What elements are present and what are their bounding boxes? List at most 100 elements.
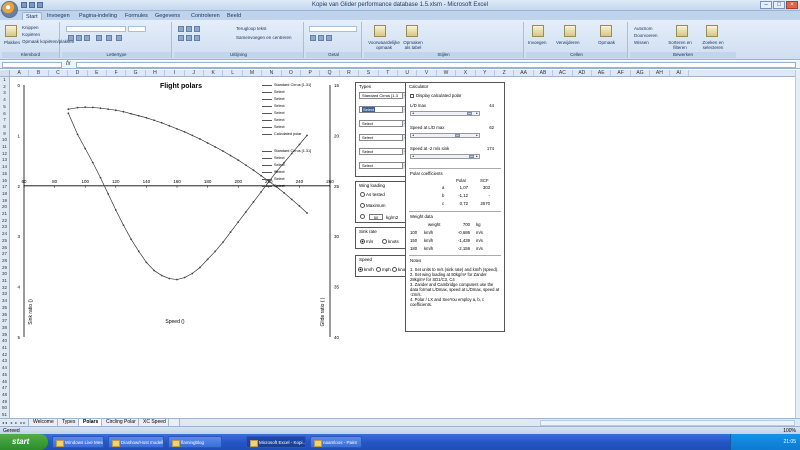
slider-right-arrow-icon[interactable]: ▸ bbox=[475, 112, 479, 115]
minimize-button[interactable]: – bbox=[760, 1, 772, 9]
name-box[interactable] bbox=[2, 62, 62, 68]
row-header[interactable]: 11 bbox=[0, 144, 9, 151]
checkbox-icon[interactable] bbox=[410, 93, 414, 98]
column-header[interactable]: X bbox=[456, 70, 476, 76]
find-select-button[interactable]: Zoeken en selecteren bbox=[696, 40, 730, 50]
row-header[interactable]: 37 bbox=[0, 318, 9, 325]
slider-thumb[interactable] bbox=[467, 112, 472, 115]
slider-left-arrow-icon[interactable]: ◂ bbox=[411, 134, 415, 137]
fill-color-icon[interactable] bbox=[106, 35, 112, 41]
merge-center-button[interactable]: Samenvoegen en centreren bbox=[236, 35, 292, 40]
format-cells-icon[interactable] bbox=[600, 25, 612, 37]
maximum-radio[interactable]: Maximum bbox=[360, 203, 386, 209]
row-header[interactable]: 3 bbox=[0, 90, 9, 97]
align-middle-icon[interactable] bbox=[186, 26, 192, 32]
row-header[interactable]: 9 bbox=[0, 131, 9, 138]
align-bottom-icon[interactable] bbox=[194, 26, 200, 32]
column-header[interactable]: S bbox=[359, 70, 379, 76]
row-header[interactable]: 31 bbox=[0, 278, 9, 285]
taskbar-btn-excel[interactable]: Microsoft Excel - Kopi... bbox=[246, 436, 306, 448]
row-header[interactable]: 27 bbox=[0, 251, 9, 258]
currency-icon[interactable] bbox=[310, 35, 316, 41]
align-right-icon[interactable] bbox=[194, 35, 200, 41]
column-header[interactable]: F bbox=[107, 70, 127, 76]
type-select-2[interactable]: Select▾ bbox=[359, 106, 409, 113]
row-header[interactable]: 6 bbox=[0, 111, 9, 118]
row-header[interactable]: 17 bbox=[0, 184, 9, 191]
wrap-text-button[interactable]: Terugloop tekst bbox=[236, 26, 267, 31]
row-header[interactable]: 40 bbox=[0, 338, 9, 345]
column-header[interactable]: N bbox=[262, 70, 282, 76]
font-name-dropdown[interactable] bbox=[66, 26, 126, 32]
taskbar-btn-paint[interactable]: naamloos - Paint bbox=[310, 436, 362, 448]
row-header[interactable]: 36 bbox=[0, 312, 9, 319]
speed-ld-slider[interactable]: ◂ ▸ bbox=[410, 133, 480, 138]
tab-pagina-indeling[interactable]: Pagina-indeling bbox=[76, 12, 120, 20]
find-select-icon[interactable] bbox=[706, 25, 718, 37]
row-header[interactable]: 1 bbox=[0, 77, 9, 84]
speed-kmh-radio[interactable]: km/h bbox=[358, 267, 374, 273]
autosum-button[interactable]: AutoSom bbox=[634, 26, 653, 31]
number-format-dropdown[interactable] bbox=[309, 26, 357, 32]
sheet-nav-arrows-icon[interactable]: ◂◂ ◂ ▸ ▸▸ bbox=[2, 420, 26, 425]
column-header[interactable]: L bbox=[223, 70, 243, 76]
formula-input[interactable] bbox=[76, 62, 796, 68]
select-all-corner[interactable] bbox=[0, 70, 10, 77]
type-select-3[interactable]: Select▾ bbox=[359, 120, 409, 127]
underline-icon[interactable] bbox=[84, 35, 90, 41]
column-header[interactable]: Q bbox=[320, 70, 340, 76]
row-header[interactable]: 24 bbox=[0, 231, 9, 238]
tab-formules[interactable]: Formules bbox=[122, 12, 151, 20]
type-select-6[interactable]: Select▾ bbox=[359, 162, 409, 169]
slider-left-arrow-icon[interactable]: ◂ bbox=[411, 112, 415, 115]
font-color-icon[interactable] bbox=[116, 35, 122, 41]
taskbar-btn-messenger[interactable]: Windows Live Messen... bbox=[52, 436, 104, 448]
flight-polars-chart[interactable]: 6080100120140160180200220240260012345152… bbox=[10, 77, 340, 347]
paste-button[interactable]: Plakken bbox=[4, 40, 20, 45]
column-header[interactable]: Y bbox=[476, 70, 495, 76]
row-header[interactable]: 26 bbox=[0, 245, 9, 252]
column-header[interactable]: B bbox=[29, 70, 49, 76]
row-header[interactable]: 50 bbox=[0, 405, 9, 412]
tab-invoegen[interactable]: Invoegen bbox=[44, 12, 73, 20]
worksheet[interactable]: 6080100120140160180200220240260012345152… bbox=[10, 77, 796, 418]
column-header[interactable]: P bbox=[301, 70, 321, 76]
slider-right-arrow-icon[interactable]: ▸ bbox=[475, 134, 479, 137]
paste-icon[interactable] bbox=[5, 25, 17, 37]
sort-filter-button[interactable]: Sorteren en filteren bbox=[668, 40, 692, 50]
font-size-dropdown[interactable] bbox=[128, 26, 146, 32]
column-header[interactable]: AG bbox=[631, 70, 651, 76]
insert-cells-icon[interactable] bbox=[532, 25, 544, 37]
column-header[interactable]: D bbox=[68, 70, 88, 76]
row-header[interactable]: 33 bbox=[0, 291, 9, 298]
column-header[interactable]: C bbox=[49, 70, 69, 76]
row-header[interactable]: 43 bbox=[0, 358, 9, 365]
comma-icon[interactable] bbox=[326, 35, 332, 41]
column-header[interactable]: G bbox=[126, 70, 146, 76]
insert-cells-button[interactable]: Invoegen bbox=[528, 40, 547, 45]
bold-icon[interactable] bbox=[68, 35, 74, 41]
row-header[interactable]: 12 bbox=[0, 151, 9, 158]
row-header[interactable]: 22 bbox=[0, 218, 9, 225]
wing-loading-input[interactable]: 50 bbox=[369, 214, 383, 220]
italic-icon[interactable] bbox=[76, 35, 82, 41]
column-header[interactable]: AI bbox=[670, 70, 689, 76]
row-header[interactable]: 28 bbox=[0, 258, 9, 265]
row-header[interactable]: 35 bbox=[0, 305, 9, 312]
row-header[interactable]: 23 bbox=[0, 224, 9, 231]
row-header[interactable]: 10 bbox=[0, 137, 9, 144]
ld-max-slider[interactable]: ◂ ▸ bbox=[410, 111, 480, 116]
row-header[interactable]: 49 bbox=[0, 399, 9, 406]
row-header[interactable]: 29 bbox=[0, 265, 9, 272]
row-header[interactable]: 18 bbox=[0, 191, 9, 198]
column-header[interactable]: E bbox=[88, 70, 107, 76]
slider-thumb[interactable] bbox=[469, 155, 474, 158]
row-header[interactable]: 20 bbox=[0, 204, 9, 211]
format-table-button[interactable]: Opmaken als tabel bbox=[400, 40, 426, 50]
column-header[interactable]: AE bbox=[592, 70, 612, 76]
column-header[interactable]: AA bbox=[514, 70, 534, 76]
sort-filter-icon[interactable] bbox=[676, 25, 688, 37]
column-header[interactable]: AH bbox=[650, 70, 670, 76]
maximize-button[interactable]: □ bbox=[773, 1, 785, 9]
row-header[interactable]: 25 bbox=[0, 238, 9, 245]
